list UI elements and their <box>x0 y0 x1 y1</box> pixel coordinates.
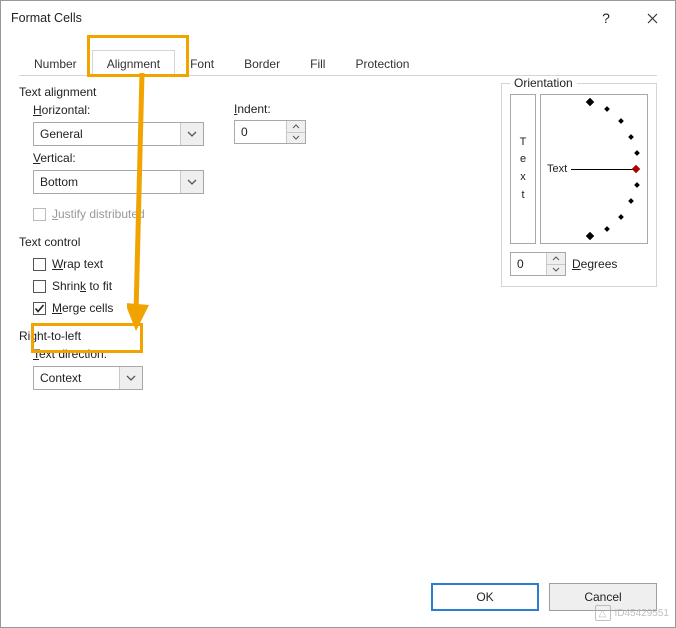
checkbox-icon <box>33 258 46 271</box>
tab-label: Number <box>34 57 77 71</box>
tab-fill[interactable]: Fill <box>295 50 340 77</box>
cancel-label: Cancel <box>584 590 621 604</box>
group-orientation: Orientation Text Text <box>501 83 657 287</box>
chevron-down-icon <box>180 171 203 193</box>
panel-body: Text alignment Horizontal: General Inden… <box>19 83 657 567</box>
check-merge-cells[interactable]: Merge cells <box>33 297 657 319</box>
spinner-indent[interactable]: 0 <box>234 120 306 144</box>
combo-vertical-value: Bottom <box>40 175 78 189</box>
help-icon: ? <box>602 10 610 26</box>
tab-label: Fill <box>310 57 325 71</box>
combo-horizontal[interactable]: General <box>33 122 204 146</box>
spinner-indent-value: 0 <box>241 125 248 139</box>
combo-vertical[interactable]: Bottom <box>33 170 204 194</box>
dialog-window: Format Cells ? Number Alignment Font Bor… <box>0 0 676 628</box>
tab-label: Alignment <box>107 57 160 71</box>
spinner-down-icon[interactable] <box>287 133 305 144</box>
tab-number[interactable]: Number <box>19 50 92 77</box>
tab-alignment[interactable]: Alignment <box>92 50 175 78</box>
spinner-down-icon[interactable] <box>547 265 565 276</box>
combo-text-direction-value: Context <box>40 371 81 385</box>
orientation-handle-icon[interactable] <box>632 165 640 173</box>
spinner-up-icon[interactable] <box>547 253 565 265</box>
tab-border[interactable]: Border <box>229 50 295 77</box>
ok-button[interactable]: OK <box>431 583 539 611</box>
help-button[interactable]: ? <box>583 1 629 35</box>
watermark-text: ID45429551 <box>615 608 670 619</box>
spinner-degrees-value: 0 <box>517 257 524 271</box>
checkbox-icon <box>33 280 46 293</box>
tab-label: Border <box>244 57 280 71</box>
label-degrees: Degrees <box>572 257 617 271</box>
spinner-up-icon[interactable] <box>287 121 305 133</box>
section-rtl: Right-to-left <box>19 329 657 343</box>
orientation-needle <box>571 169 633 170</box>
checkbox-icon <box>33 302 46 315</box>
close-icon <box>647 13 658 24</box>
tab-label: Protection <box>355 57 409 71</box>
close-button[interactable] <box>629 1 675 35</box>
watermark: △ ID45429551 <box>595 605 670 621</box>
chevron-down-icon <box>119 367 142 389</box>
titlebar: Format Cells ? <box>1 1 675 35</box>
chevron-down-icon <box>180 123 203 145</box>
watermark-icon: △ <box>595 605 611 621</box>
ok-label: OK <box>476 590 493 604</box>
section-orientation: Orientation <box>510 76 577 90</box>
tab-font[interactable]: Font <box>175 50 229 77</box>
window-title: Format Cells <box>11 11 82 25</box>
tab-protection[interactable]: Protection <box>340 50 424 77</box>
spinner-degrees[interactable]: 0 <box>510 252 566 276</box>
orientation-dial[interactable]: Text <box>540 94 648 244</box>
orientation-vertical-button[interactable]: Text <box>510 94 536 244</box>
tab-label: Font <box>190 57 214 71</box>
combo-horizontal-value: General <box>40 127 83 141</box>
combo-text-direction[interactable]: Context <box>33 366 143 390</box>
orientation-dial-label: Text <box>547 163 567 175</box>
checkbox-icon <box>33 208 46 221</box>
tabstrip: Number Alignment Font Border Fill Protec… <box>19 49 657 76</box>
